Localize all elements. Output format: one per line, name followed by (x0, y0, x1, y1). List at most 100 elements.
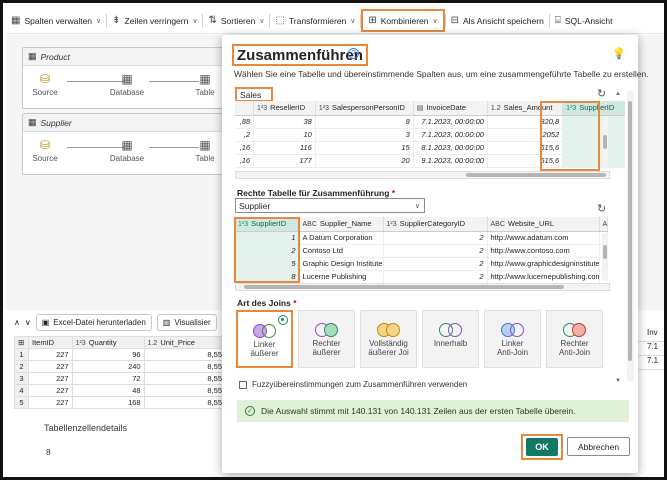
table-cell[interactable]: 2 (383, 270, 488, 284)
step-source[interactable]: ⛁ Source (23, 72, 67, 97)
query-card-product[interactable]: ▦ Product ⛁ Source ▦ Database ▦ Table (22, 47, 242, 109)
table-cell[interactable]: 9.1.2023, 00:00:00 (413, 154, 488, 168)
column-header[interactable]: ItemID (28, 336, 73, 349)
table-cell[interactable] (562, 115, 625, 129)
table-cell[interactable]: 96 (71, 348, 145, 361)
table-cell[interactable]: 240 (71, 360, 145, 373)
table-cell[interactable]: 8,55 (143, 360, 227, 373)
table-cell[interactable] (562, 128, 625, 142)
column-header[interactable]: ABC Website_URL (487, 217, 600, 232)
scrollbar-thumb[interactable] (466, 173, 606, 177)
table-cell[interactable]: 820,8 (487, 115, 564, 129)
manage-columns-button[interactable]: ▦ Spalten verwalten ∨ (6, 10, 106, 32)
join-left-outer[interactable]: Linker äußerer (236, 310, 293, 368)
table-cell[interactable]: 177 (253, 154, 316, 168)
save-as-view-button[interactable]: ⊟ Als Ansicht speichern (446, 10, 549, 32)
step-table[interactable]: ▦ Table (183, 72, 227, 97)
table-cell[interactable]: 8 (235, 270, 300, 284)
column-header-selected[interactable]: 1²3 SupplierID (235, 217, 300, 232)
collapse-icon[interactable]: ∧ (14, 318, 20, 327)
table-cell[interactable]: 8.1.2023, 00:00:00 (413, 141, 488, 155)
column-header[interactable]: 1.2 Unit_Price (143, 336, 227, 349)
table-cell[interactable]: A Datum Corporation (299, 231, 384, 245)
transform-button[interactable]: ⬚ Transformieren ∨ (270, 10, 360, 32)
join-inner[interactable]: Innerhalb (422, 310, 479, 368)
column-header[interactable]: 1²3 ResellerID (253, 101, 316, 116)
table-cell[interactable]: 8,55 (143, 384, 227, 397)
table-cell[interactable]: 2 (235, 244, 300, 258)
table-cell[interactable]: 8,55 (143, 372, 227, 385)
step-database[interactable]: ▦ Database (105, 72, 149, 97)
table-cell[interactable]: 2052 (487, 128, 564, 142)
table-cell[interactable]: ,16 (235, 154, 255, 168)
table-cell[interactable]: 615,6 (487, 141, 564, 155)
horizontal-scrollbar[interactable] (235, 283, 610, 291)
column-header[interactable]: 1²3 SupplierCategoryID (383, 217, 488, 232)
table-cell[interactable]: 5 (235, 257, 300, 271)
scroll-down-icon[interactable]: ▼ (615, 378, 621, 384)
table-cell[interactable]: http://www.lucernepublishing.com (487, 270, 600, 284)
table-cell[interactable]: Lucerne Publishing (299, 270, 384, 284)
column-header[interactable]: AB (599, 217, 608, 232)
table-cell[interactable]: 7.1.2023, 00:00:00 (413, 128, 488, 142)
table-cell[interactable] (562, 154, 625, 168)
table-cell[interactable]: 7.1.2023, 00:00:00 (413, 115, 488, 129)
table-cell[interactable]: 72 (71, 372, 145, 385)
reduce-rows-button[interactable]: ⇟ Zeilen verringern ∨ (107, 10, 202, 32)
step-database[interactable]: ▦ Database (105, 138, 149, 163)
table-cell[interactable]: 116 (253, 141, 316, 155)
join-right-anti[interactable]: Rechter Anti-Join (546, 310, 603, 368)
select-all-cell[interactable]: ⊞ (14, 336, 29, 349)
column-header[interactable] (235, 101, 255, 116)
right-table-select[interactable]: Supplier ∨ (235, 198, 425, 213)
table-cell[interactable]: 48 (71, 384, 145, 397)
table-cell[interactable]: 8 (315, 115, 414, 129)
query-card-supplier[interactable]: ▦ Supplier ⛁ Source ▦ Database ▦ Table (22, 113, 242, 175)
table-cell[interactable]: 10 (253, 128, 316, 142)
table-cell[interactable]: 227 (28, 360, 73, 373)
help-icon[interactable]: ? (348, 48, 359, 59)
column-header[interactable]: 1²3 Quantity (71, 336, 145, 349)
vertical-scrollbar[interactable] (602, 233, 608, 281)
horizontal-scrollbar[interactable] (235, 171, 610, 179)
table-cell[interactable]: ,16 (235, 141, 255, 155)
table-cell[interactable]: 2 (383, 244, 488, 258)
table-cell[interactable]: 168 (71, 396, 145, 409)
table-cell[interactable]: ,2 (235, 128, 255, 142)
table-cell[interactable]: 227 (28, 384, 73, 397)
step-source[interactable]: ⛁ Source (23, 138, 67, 163)
column-header[interactable]: ABC Supplier_Name (299, 217, 384, 232)
table-cell[interactable]: Contoso Ltd (299, 244, 384, 258)
table-cell[interactable]: 227 (28, 348, 73, 361)
table-cell[interactable]: 8,55 (143, 396, 227, 409)
table-cell[interactable]: 15 (315, 141, 414, 155)
sort-button[interactable]: ⇅ Sortieren ∨ (203, 10, 269, 32)
table-cell[interactable] (562, 141, 625, 155)
scroll-up-icon[interactable]: ▲ (615, 91, 621, 97)
fuzzy-match-checkbox[interactable] (239, 380, 247, 389)
table-cell[interactable]: 20 (315, 154, 414, 168)
table-cell[interactable]: 615,6 (487, 154, 564, 168)
lightbulb-icon[interactable]: 💡 (612, 47, 626, 60)
ok-button[interactable]: OK (526, 438, 558, 456)
combine-button[interactable]: ⊞ Kombinieren ∨ (361, 9, 445, 32)
table-cell[interactable]: http://www.adatum.com (487, 231, 600, 245)
table-cell[interactable]: ,88 (235, 115, 255, 129)
join-right-outer[interactable]: Rechter äußerer (298, 310, 355, 368)
sql-view-button[interactable]: ⌸ SQL-Ansicht (550, 10, 618, 32)
table-cell[interactable]: 8,55 (143, 348, 227, 361)
scrollbar-thumb[interactable] (603, 135, 607, 149)
column-header-selected[interactable]: 1²3 SupplierID (562, 101, 625, 116)
table-cell[interactable]: 38 (253, 115, 316, 129)
chevron-down-icon[interactable]: ∨ (25, 318, 31, 327)
column-header[interactable]: ▤ InvoiceDate (413, 101, 488, 116)
column-header[interactable]: 1²3 SalespersonPersonID (315, 101, 414, 116)
table-cell[interactable]: 227 (28, 372, 73, 385)
cancel-button[interactable]: Abbrechen (567, 437, 630, 456)
refresh-icon[interactable]: ↻ (597, 202, 606, 215)
scrollbar-thumb[interactable] (244, 285, 564, 289)
fuzzy-match-option[interactable]: Fuzzyübereinstimmungen zum Zusammenführe… (239, 380, 467, 389)
join-left-anti[interactable]: Linker Anti-Join (484, 310, 541, 368)
table-cell[interactable]: 1 (235, 231, 300, 245)
table-cell[interactable]: http://www.graphicdesigninstitute.com (487, 257, 600, 271)
